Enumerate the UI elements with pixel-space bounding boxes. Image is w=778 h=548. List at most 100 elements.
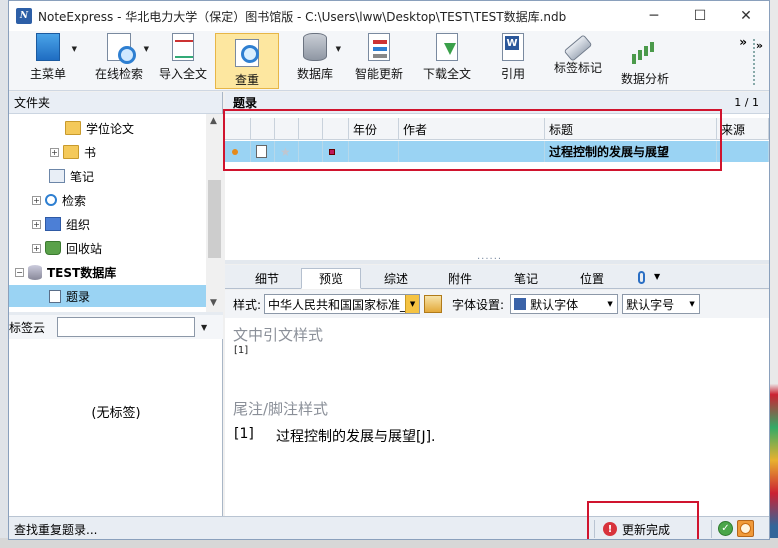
folder-panel-header: 文件夹 (9, 92, 222, 114)
font-select[interactable]: 默认字体 ▼ (510, 294, 619, 314)
import-fulltext-button[interactable]: 导入全文 (155, 33, 211, 89)
toolbar-overflow-icon[interactable]: » (739, 35, 747, 49)
font-size-dropdown-icon[interactable]: ▼ (685, 295, 699, 313)
folder-tree-scrollbar[interactable]: ▲ ▼ (206, 114, 223, 312)
style-edit-icon[interactable] (424, 295, 443, 313)
column-source[interactable]: 来源 (717, 118, 769, 140)
tab-attachments[interactable]: 附件 (431, 268, 489, 289)
online-search-label: 在线检索 (94, 67, 143, 81)
paperclip-icon[interactable] (638, 271, 645, 284)
detail-tabs: 细节 预览 综述 附件 笔记 位置 ▼ (225, 265, 769, 289)
highlight-box-record (223, 109, 722, 171)
online-search-icon (107, 33, 136, 64)
records-count: 1 / 1 (734, 96, 759, 109)
tab-review[interactable]: 综述 (367, 268, 425, 289)
tree-item-label: 学位论文 (86, 121, 135, 136)
expand-icon[interactable]: + (50, 147, 59, 157)
smart-update-icon (368, 33, 390, 61)
window-title: NoteExpress - 华北电力大学（保定）图书馆版 - C:\Users\… (38, 9, 567, 24)
noteexpress-logo-icon: N (16, 8, 32, 24)
expand-icon[interactable]: + (32, 243, 41, 253)
reference-number: [1] (234, 426, 254, 442)
scroll-up-icon[interactable]: ▲ (210, 116, 217, 126)
tab-preview[interactable]: 预览 (301, 268, 361, 289)
tree-item-test-database[interactable]: − TEST数据库 (15, 261, 116, 283)
tree-item-notes[interactable]: 笔记 (49, 165, 94, 187)
grid-preview-splitter[interactable] (225, 251, 769, 264)
citation-preview: 文中引文样式 [1] 尾注/脚注样式 [1] 过程控制的发展与展望[J]. (225, 318, 769, 516)
folder-icon (63, 145, 79, 159)
dedupe-label: 查重 (234, 73, 259, 87)
font-size-select[interactable]: 默认字号 ▼ (622, 294, 701, 314)
intext-citation: [1] (234, 345, 249, 356)
tab-overflow-dropdown-icon[interactable]: ▼ (654, 272, 660, 281)
folder-tree: 学位论文 + 书 笔记 + 检索 + 组织 + 回收站 − TEST数据库 题录 (9, 114, 206, 312)
tree-item-records[interactable]: 题录 (9, 285, 206, 307)
toolbar-grip[interactable] (753, 39, 755, 85)
database-label: 数据库 (296, 67, 333, 81)
download-fulltext-label: 下载全文 (422, 67, 471, 81)
window-controls: ─ ☐ ✕ (631, 1, 769, 31)
style-select[interactable]: 中华人民共和国国家标准_ ▼ (264, 294, 421, 314)
toolbar-options-icon[interactable]: » (756, 39, 763, 52)
tag-mark-button[interactable]: 标签标记 (547, 33, 609, 89)
tree-item-label: 回收站 (66, 241, 103, 256)
font-icon (514, 298, 527, 310)
records-list-icon (49, 289, 61, 303)
footnote-style-heading: 尾注/脚注样式 (233, 400, 329, 418)
main-menu-button[interactable]: ▼ 主菜单 (17, 33, 79, 89)
dropdown-arrow-icon: ▼ (71, 45, 77, 53)
tag-mark-icon (563, 34, 593, 62)
minimize-button[interactable]: ─ (631, 1, 677, 31)
expand-icon[interactable]: + (32, 195, 41, 205)
highlight-box-status (587, 501, 699, 539)
import-fulltext-icon (172, 33, 194, 61)
style-dropdown-icon[interactable]: ▼ (405, 295, 420, 313)
cite-label: 引用 (500, 67, 525, 81)
main-toolbar: ▼ 主菜单 ▼ 在线检索 导入全文 查重 ▼ 数据库 智能更新 下载全文 W 引… (9, 31, 769, 91)
tree-item-label: 题录 (66, 289, 91, 304)
tag-cloud-dropdown-icon[interactable]: ▼ (201, 323, 207, 332)
output-style-bar: 样式: 中华人民共和国国家标准_ ▼ 字体设置: 默认字体 ▼ 默认字号 ▼ (225, 290, 769, 318)
database-button[interactable]: ▼ 数据库 (287, 33, 343, 89)
tree-item-label: TEST数据库 (47, 265, 117, 280)
database-icon (303, 33, 327, 61)
font-dropdown-icon[interactable]: ▼ (603, 295, 617, 313)
dropdown-arrow-icon: ▼ (143, 45, 149, 53)
tag-cloud-label: 标签云 (9, 320, 46, 335)
tree-item-organize[interactable]: + 组织 (32, 213, 90, 235)
dedupe-icon (232, 37, 262, 67)
folder-icon (65, 121, 81, 135)
organize-icon (45, 217, 61, 231)
dedupe-button[interactable]: 查重 (215, 33, 279, 89)
download-fulltext-button[interactable]: 下载全文 (417, 33, 477, 89)
close-button[interactable]: ✕ (723, 1, 769, 31)
stop-icon[interactable] (737, 520, 754, 537)
title-bar: N NoteExpress - 华北电力大学（保定）图书馆版 - C:\User… (9, 1, 769, 31)
intext-style-heading: 文中引文样式 (233, 326, 324, 344)
tab-location[interactable]: 位置 (563, 268, 621, 289)
cite-button[interactable]: 引用 (485, 33, 541, 89)
tree-item-label: 书 (84, 145, 97, 160)
scroll-down-icon[interactable]: ▼ (210, 298, 217, 308)
tag-cloud-input[interactable] (57, 317, 195, 337)
maximize-button[interactable]: ☐ (677, 1, 723, 31)
status-separator (711, 520, 712, 538)
cite-icon (502, 33, 524, 61)
tree-item-recycle-bin[interactable]: + 回收站 (32, 237, 102, 259)
tree-item-label: 笔记 (70, 169, 95, 184)
tag-mark-label: 标签标记 (553, 61, 602, 75)
data-analysis-button[interactable]: 数据分析 (615, 33, 675, 89)
tree-item-book[interactable]: + 书 (50, 141, 96, 163)
expand-icon[interactable]: + (32, 219, 41, 229)
check-icon[interactable]: ✓ (718, 521, 733, 536)
collapse-icon[interactable]: − (15, 267, 24, 277)
tab-details[interactable]: 细节 (239, 268, 295, 289)
smart-update-button[interactable]: 智能更新 (349, 33, 409, 89)
style-select-value: 中华人民共和国国家标准_ (268, 297, 407, 312)
tree-item-search[interactable]: + 检索 (32, 189, 86, 211)
scrollbar-thumb[interactable] (208, 180, 221, 258)
online-search-button[interactable]: ▼ 在线检索 (87, 33, 151, 89)
tree-item-thesis[interactable]: 学位论文 (65, 117, 134, 139)
tab-notes[interactable]: 笔记 (497, 268, 555, 289)
